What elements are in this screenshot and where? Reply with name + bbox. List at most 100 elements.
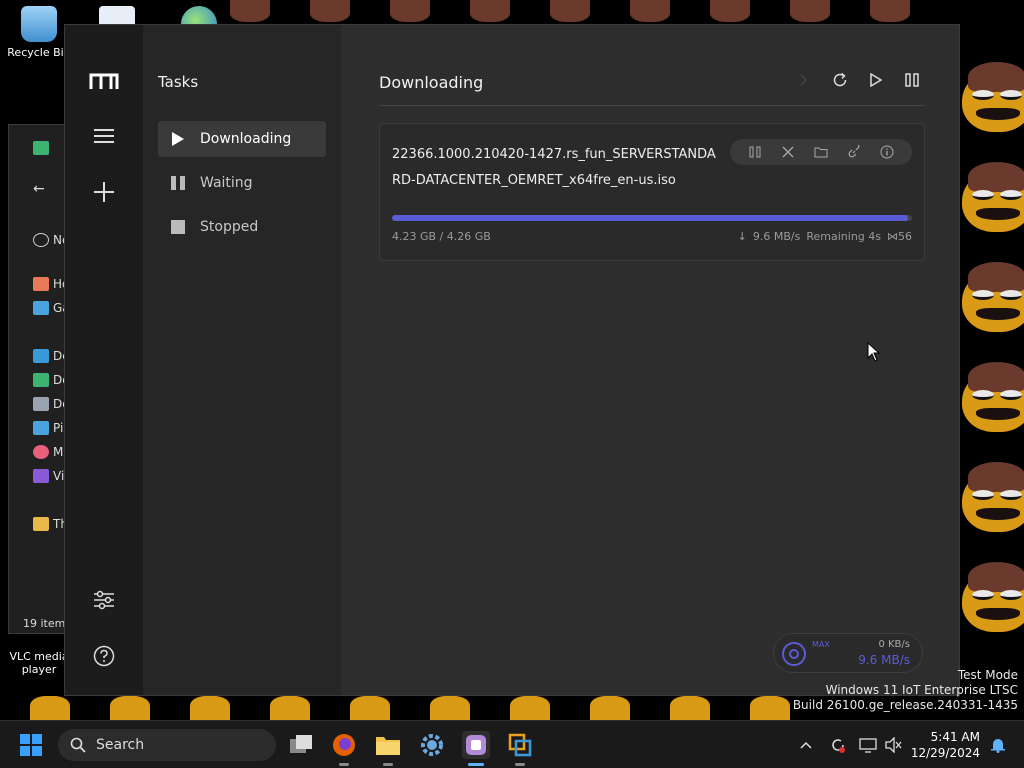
play-outline-icon (870, 73, 882, 87)
volume-tray-button[interactable] (884, 735, 904, 755)
sidebar-item-label: Waiting (200, 175, 253, 191)
explorer-item[interactable]: Pi (53, 421, 63, 435)
help-icon (93, 645, 115, 667)
folder-icon (814, 147, 828, 158)
pictures-folder-icon (33, 421, 49, 435)
test-mode-watermark: Test Mode Windows 11 IoT Enterprise LTSC… (793, 668, 1018, 713)
wallpaper-pattern (958, 0, 1024, 720)
play-icon (170, 131, 186, 147)
speed-meter[interactable]: MAX 0 KB/s 9.6 MB/s (773, 633, 923, 673)
task-progress-fill (392, 215, 909, 221)
clock-time: 5:41 AM (930, 730, 980, 744)
header-divider (379, 105, 925, 106)
link-icon (848, 145, 860, 158)
motrix-taskbar-button[interactable] (462, 731, 490, 766)
firefox-icon (333, 734, 355, 756)
file-explorer-window[interactable]: ← Ne Ho Ga De Do Do Pi Mu Vi Th 19 items (8, 124, 71, 634)
network-tray-button[interactable] (858, 735, 878, 755)
back-arrow-icon[interactable]: ← (33, 181, 49, 197)
taskbar-clock[interactable]: 5:41 AM 12/29/2024 (911, 729, 980, 761)
sync-icon (832, 739, 845, 753)
downloads-folder-icon (33, 373, 49, 387)
show-hidden-icons-button[interactable] (796, 735, 816, 755)
gear-icon (421, 734, 443, 756)
task-progress-bar (392, 215, 912, 221)
speed-max-label: MAX (812, 640, 830, 649)
task-delete-button[interactable] (780, 144, 796, 160)
watermark-line: Windows 11 IoT Enterprise LTSC (825, 683, 1018, 697)
network-icon (859, 738, 877, 753)
pause-outline-icon (749, 146, 761, 158)
wallpaper-top-strip (230, 0, 960, 24)
search-label: Search (96, 737, 145, 753)
task-item[interactable]: 22366.1000.210420-1427.rs_fun_SERVERSTAN… (379, 123, 925, 261)
select-arrow-button[interactable] (793, 69, 815, 91)
file-explorer-taskbar-button[interactable] (374, 731, 402, 766)
download-icon (33, 141, 49, 155)
search-icon (70, 737, 86, 753)
this-pc-folder-icon (33, 517, 49, 531)
task-pause-button[interactable] (747, 144, 763, 160)
task-view-button[interactable] (288, 731, 316, 759)
sidebar-title: Tasks (158, 73, 199, 91)
taskbar: Search 5:41 AM 12/29/2024 (0, 720, 1024, 768)
explorer-item[interactable]: Vi (53, 469, 64, 483)
sidebar-item-stopped[interactable]: Stopped (158, 209, 326, 245)
mouse-cursor-icon (867, 342, 881, 362)
motrix-window[interactable]: Tasks Downloading Waiting Stopped Downlo… (64, 24, 960, 696)
task-speed: 9.6 MB/s (752, 230, 801, 243)
resume-all-button[interactable] (865, 69, 887, 91)
task-size: 4.23 GB / 4.26 GB (392, 230, 491, 243)
motrix-logo-icon (89, 73, 119, 89)
task-connections: 56 (898, 230, 912, 243)
settings-taskbar-button[interactable] (418, 731, 446, 759)
hamburger-icon (94, 129, 114, 143)
music-folder-icon (33, 445, 49, 459)
task-folder-button[interactable] (813, 144, 829, 160)
page-title: Downloading (379, 73, 484, 92)
sidebar-item-label: Downloading (200, 131, 292, 147)
add-task-button[interactable] (89, 177, 119, 207)
refresh-icon (833, 72, 847, 87)
close-icon (782, 146, 794, 158)
info-icon (880, 145, 894, 159)
remote-app-taskbar-button[interactable] (506, 731, 534, 766)
sync-tray-button[interactable] (828, 735, 848, 755)
notifications-button[interactable] (988, 735, 1008, 755)
clock-date: 12/29/2024 (910, 746, 980, 760)
sidebar-item-waiting[interactable]: Waiting (158, 165, 326, 201)
pause-all-button[interactable] (901, 69, 923, 91)
download-arrow-icon: ↓ (737, 230, 747, 243)
help-button[interactable] (89, 641, 119, 671)
wallpaper-bottom-strip (30, 696, 830, 720)
task-toolbar (730, 139, 912, 165)
task-stats: ↓ 9.6 MB/s Remaining 4s ⋈ 56 (738, 230, 912, 243)
taskbar-search[interactable]: Search (58, 729, 276, 761)
gallery-icon (33, 301, 49, 315)
menu-button[interactable] (89, 121, 119, 151)
firefox-taskbar-button[interactable] (330, 731, 358, 766)
sidebar-item-label: Stopped (200, 219, 259, 235)
task-view-icon (290, 735, 312, 753)
plus-icon (94, 182, 114, 202)
tasks-sidebar: Tasks Downloading Waiting Stopped (143, 25, 341, 695)
new-icon[interactable] (33, 233, 49, 247)
sidebar-item-downloading[interactable]: Downloading (158, 121, 326, 157)
pause-icon (170, 175, 186, 191)
folder-icon (376, 737, 400, 755)
motrix-app-icon (466, 735, 486, 755)
speedometer-icon (782, 642, 806, 666)
preferences-button[interactable] (89, 585, 119, 615)
watermark-line: Test Mode (957, 668, 1018, 682)
task-remaining: Remaining 4s (806, 230, 881, 243)
start-button[interactable] (20, 734, 42, 756)
task-info-button[interactable] (879, 144, 895, 160)
refresh-button[interactable] (829, 69, 851, 91)
desktop-folder-icon (33, 349, 49, 363)
connections-icon: ⋈ (887, 230, 898, 243)
pause-outline-icon (905, 73, 919, 87)
upload-speed: 0 KB/s (878, 639, 910, 650)
task-link-button[interactable] (846, 144, 862, 160)
recycle-bin-icon (21, 6, 57, 42)
windows-logo-icon (20, 734, 30, 744)
